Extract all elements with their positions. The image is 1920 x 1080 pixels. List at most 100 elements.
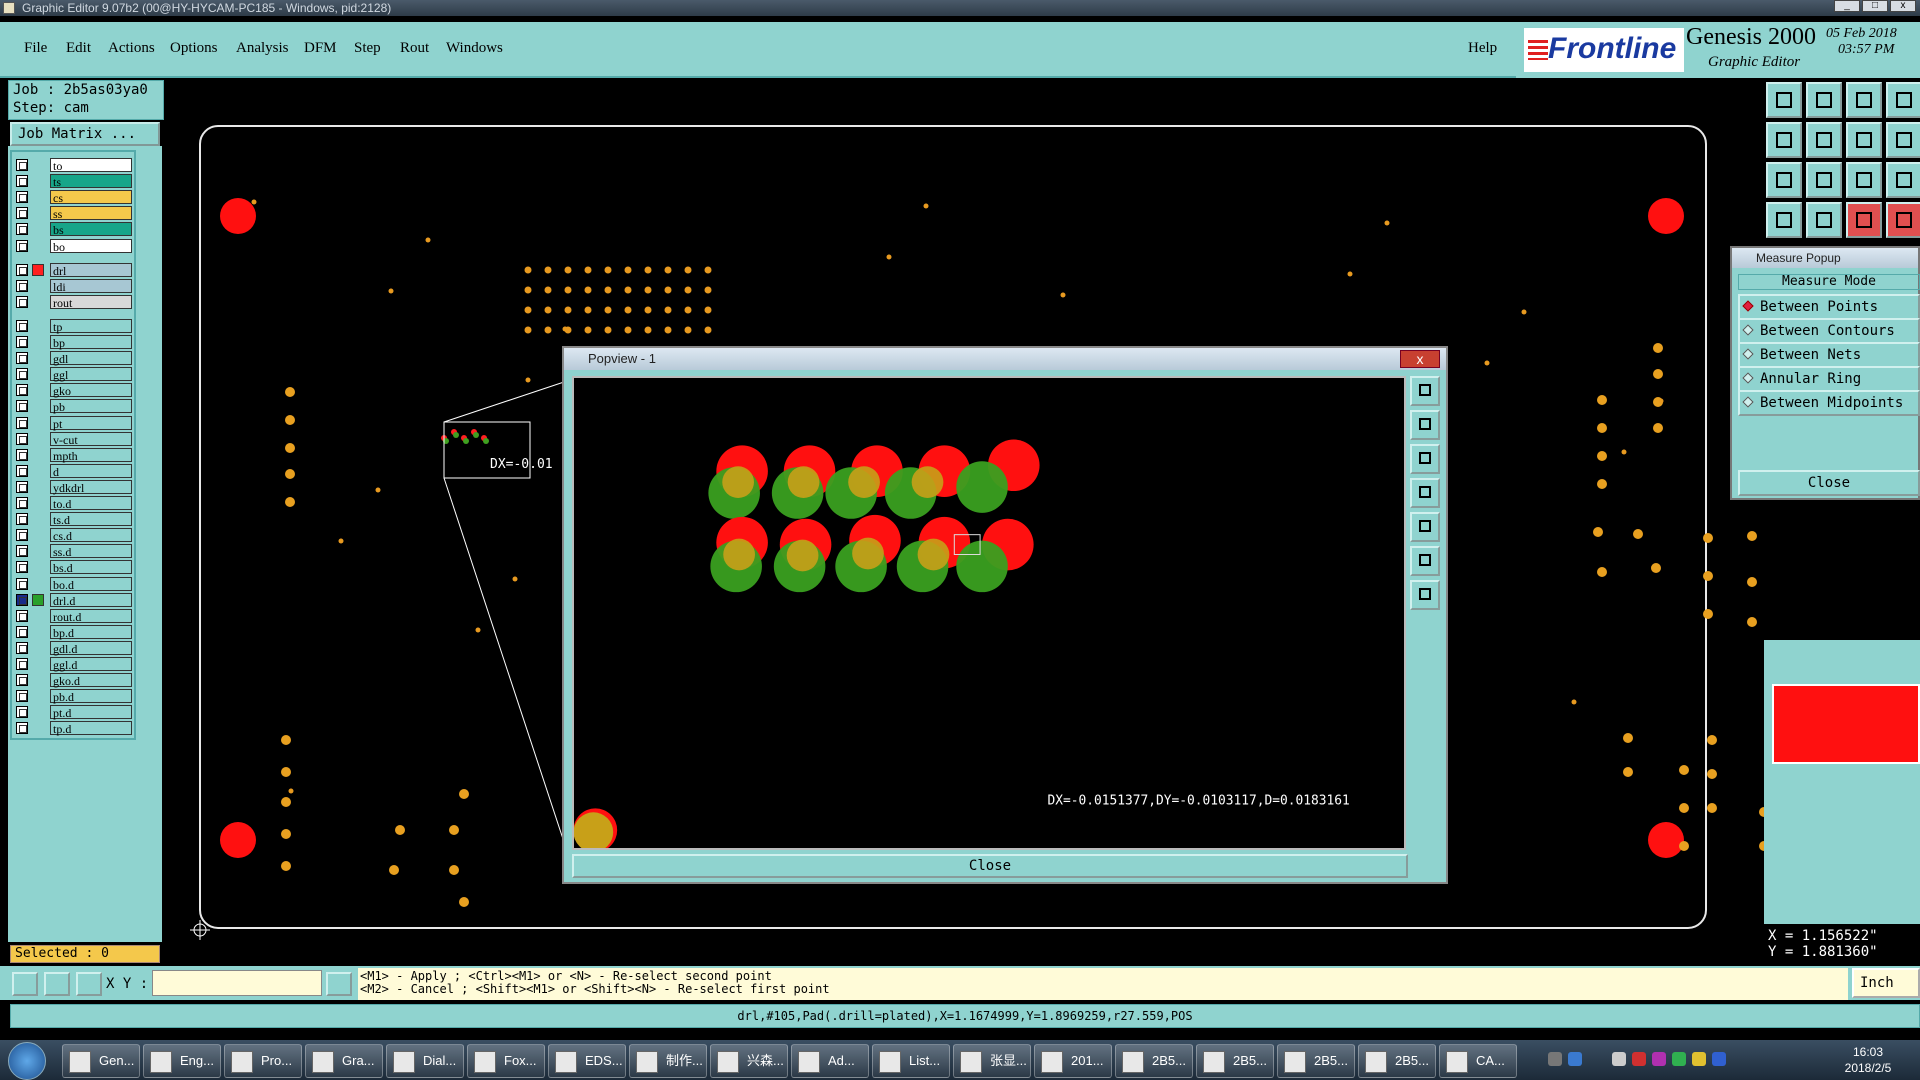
layer-checkbox[interactable] — [16, 279, 28, 292]
layer-row[interactable]: bs — [16, 222, 132, 237]
overview-panel[interactable] — [1764, 640, 1920, 924]
layer-row[interactable]: rout — [16, 294, 132, 310]
taskbar-item[interactable]: 2B5... — [1196, 1044, 1274, 1078]
layer-name[interactable]: bp.d — [50, 624, 132, 640]
layer-checkbox[interactable] — [16, 561, 28, 574]
layer-row[interactable]: gdl — [16, 351, 132, 366]
layer-name[interactable]: ss.d — [50, 544, 132, 559]
menu-dfm[interactable]: DFM — [304, 40, 337, 57]
layer-row[interactable]: bp — [16, 335, 132, 350]
tray-shield-icon[interactable] — [1672, 1052, 1686, 1066]
measure-option[interactable]: Annular Ring — [1738, 366, 1920, 392]
layer-checkbox[interactable] — [16, 448, 28, 461]
highlight-icon[interactable] — [1886, 202, 1920, 238]
tray-clock[interactable]: 16:03 2018/2/5 — [1828, 1044, 1908, 1076]
layer-checkbox[interactable] — [16, 207, 28, 220]
layer-name[interactable]: bs — [50, 222, 132, 237]
layer-checkbox[interactable] — [16, 625, 28, 638]
pan-left-icon[interactable] — [1766, 122, 1802, 158]
popview-pan-right-icon[interactable] — [1410, 512, 1440, 542]
popview-zoom-in-icon[interactable] — [1410, 410, 1440, 440]
layer-name[interactable]: mpth — [50, 447, 132, 463]
layer-row[interactable]: to.d — [16, 496, 132, 511]
grid-mode-icon[interactable] — [76, 972, 102, 996]
layer-name[interactable]: rout — [50, 294, 132, 310]
measure-option[interactable]: Between Points — [1738, 294, 1920, 320]
layer-checkbox[interactable] — [16, 159, 28, 171]
layer-checkbox[interactable] — [16, 658, 28, 670]
popview-close-button[interactable]: Close — [572, 854, 1408, 878]
layer-checkbox[interactable] — [16, 352, 28, 365]
window-close-button[interactable]: x — [1890, 0, 1916, 12]
layer-name[interactable]: ts.d — [50, 512, 132, 527]
layer-color-swatch[interactable] — [32, 593, 44, 606]
taskbar-item[interactable]: 2B5... — [1115, 1044, 1193, 1078]
menu-actions[interactable]: Actions — [108, 40, 155, 57]
layer-checkbox[interactable] — [16, 690, 28, 703]
layer-name[interactable]: pb — [50, 399, 132, 414]
menu-windows[interactable]: Windows — [446, 40, 503, 57]
tray-update-icon[interactable] — [1692, 1052, 1706, 1066]
layer-checkbox[interactable] — [16, 191, 28, 204]
layer-row[interactable]: pb.d — [16, 689, 132, 704]
zoom-extents-icon[interactable] — [1806, 162, 1842, 198]
angle-mode-icon[interactable] — [44, 972, 70, 996]
layer-row[interactable]: drl — [16, 262, 132, 278]
minimize-button[interactable]: _ — [1834, 0, 1860, 12]
popview-center-icon[interactable] — [1410, 580, 1440, 610]
taskbar-item[interactable]: Eng... — [143, 1044, 221, 1078]
layer-row[interactable]: bp.d — [16, 624, 132, 640]
layer-checkbox[interactable] — [16, 545, 28, 558]
layer-checkbox[interactable] — [16, 706, 28, 719]
layer-row[interactable]: tp — [16, 318, 132, 334]
layer-row[interactable]: gko.d — [16, 673, 132, 688]
taskbar-item[interactable]: List... — [872, 1044, 950, 1078]
layer-row[interactable]: ss — [16, 206, 132, 221]
popview-close-x-button[interactable]: x — [1400, 350, 1440, 368]
measure-close-button[interactable]: Close — [1738, 470, 1920, 496]
layer-checkbox[interactable] — [16, 674, 28, 687]
layer-name[interactable]: ldi — [50, 278, 132, 294]
tray-sync-icon[interactable] — [1712, 1052, 1726, 1066]
taskbar-item[interactable]: CA... — [1439, 1044, 1517, 1078]
layer-row[interactable]: bs.d — [16, 560, 132, 575]
layer-checkbox[interactable] — [16, 295, 28, 308]
zoom-fit-icon[interactable] — [1766, 162, 1802, 198]
zoom-home-icon[interactable] — [1766, 82, 1802, 118]
layer-checkbox[interactable] — [16, 416, 28, 429]
layer-row[interactable]: d — [16, 463, 132, 479]
layer-checkbox[interactable] — [16, 513, 28, 526]
layer-checkbox[interactable] — [16, 577, 28, 590]
menu-step[interactable]: Step — [354, 40, 381, 57]
layer-name[interactable]: tp.d — [50, 721, 132, 736]
layer-checkbox[interactable] — [16, 336, 28, 348]
edit-icon[interactable] — [1886, 162, 1920, 198]
taskbar-item[interactable]: Dial... — [386, 1044, 464, 1078]
layer-row[interactable]: bo — [16, 238, 132, 254]
layer-name[interactable]: ggl.d — [50, 657, 132, 672]
tray-volume-icon[interactable] — [1612, 1052, 1626, 1066]
layer-name[interactable]: rout.d — [50, 608, 132, 624]
layer-checkbox[interactable] — [16, 368, 28, 381]
taskbar-item[interactable]: EDS... — [548, 1044, 626, 1078]
layer-row[interactable]: gdl.d — [16, 640, 132, 656]
taskbar-item[interactable]: 张显... — [953, 1044, 1031, 1078]
taskbar-item[interactable]: 2B5... — [1277, 1044, 1355, 1078]
layer-checkbox[interactable] — [16, 480, 28, 493]
taskbar-item[interactable]: 兴森... — [710, 1044, 788, 1078]
layer-row[interactable]: tp.d — [16, 721, 132, 736]
layer-checkbox[interactable] — [16, 432, 28, 445]
layer-checkbox[interactable] — [16, 175, 28, 188]
layer-name[interactable]: to — [50, 158, 132, 173]
home-icon[interactable] — [1846, 82, 1882, 118]
taskbar-item[interactable]: Pro... — [224, 1044, 302, 1078]
pan-right-icon[interactable] — [1806, 122, 1842, 158]
layer-name[interactable]: ydkdrl — [50, 479, 132, 495]
info-icon[interactable] — [326, 972, 352, 996]
layer-row[interactable]: mpth — [16, 447, 132, 463]
layer-checkbox[interactable] — [16, 722, 28, 735]
layer-checkbox[interactable] — [16, 263, 28, 276]
measure-option[interactable]: Between Nets — [1738, 342, 1920, 368]
layer-name[interactable]: pt.d — [50, 705, 132, 720]
taskbar-item[interactable]: 201... — [1034, 1044, 1112, 1078]
